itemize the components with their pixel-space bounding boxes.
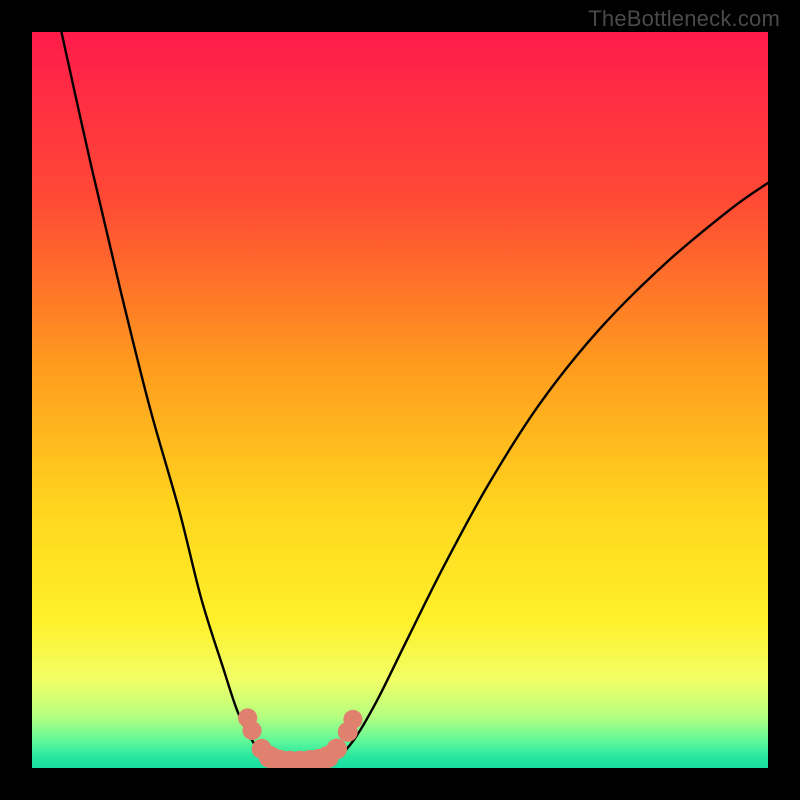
chart-svg (32, 32, 768, 768)
valley-marker (242, 721, 261, 740)
valley-marker (343, 710, 362, 729)
valley-marker (326, 739, 347, 760)
chart-frame: TheBottleneck.com (0, 0, 800, 800)
watermark-label: TheBottleneck.com (588, 6, 780, 32)
plot-area (32, 32, 768, 768)
gradient-background (32, 32, 768, 768)
